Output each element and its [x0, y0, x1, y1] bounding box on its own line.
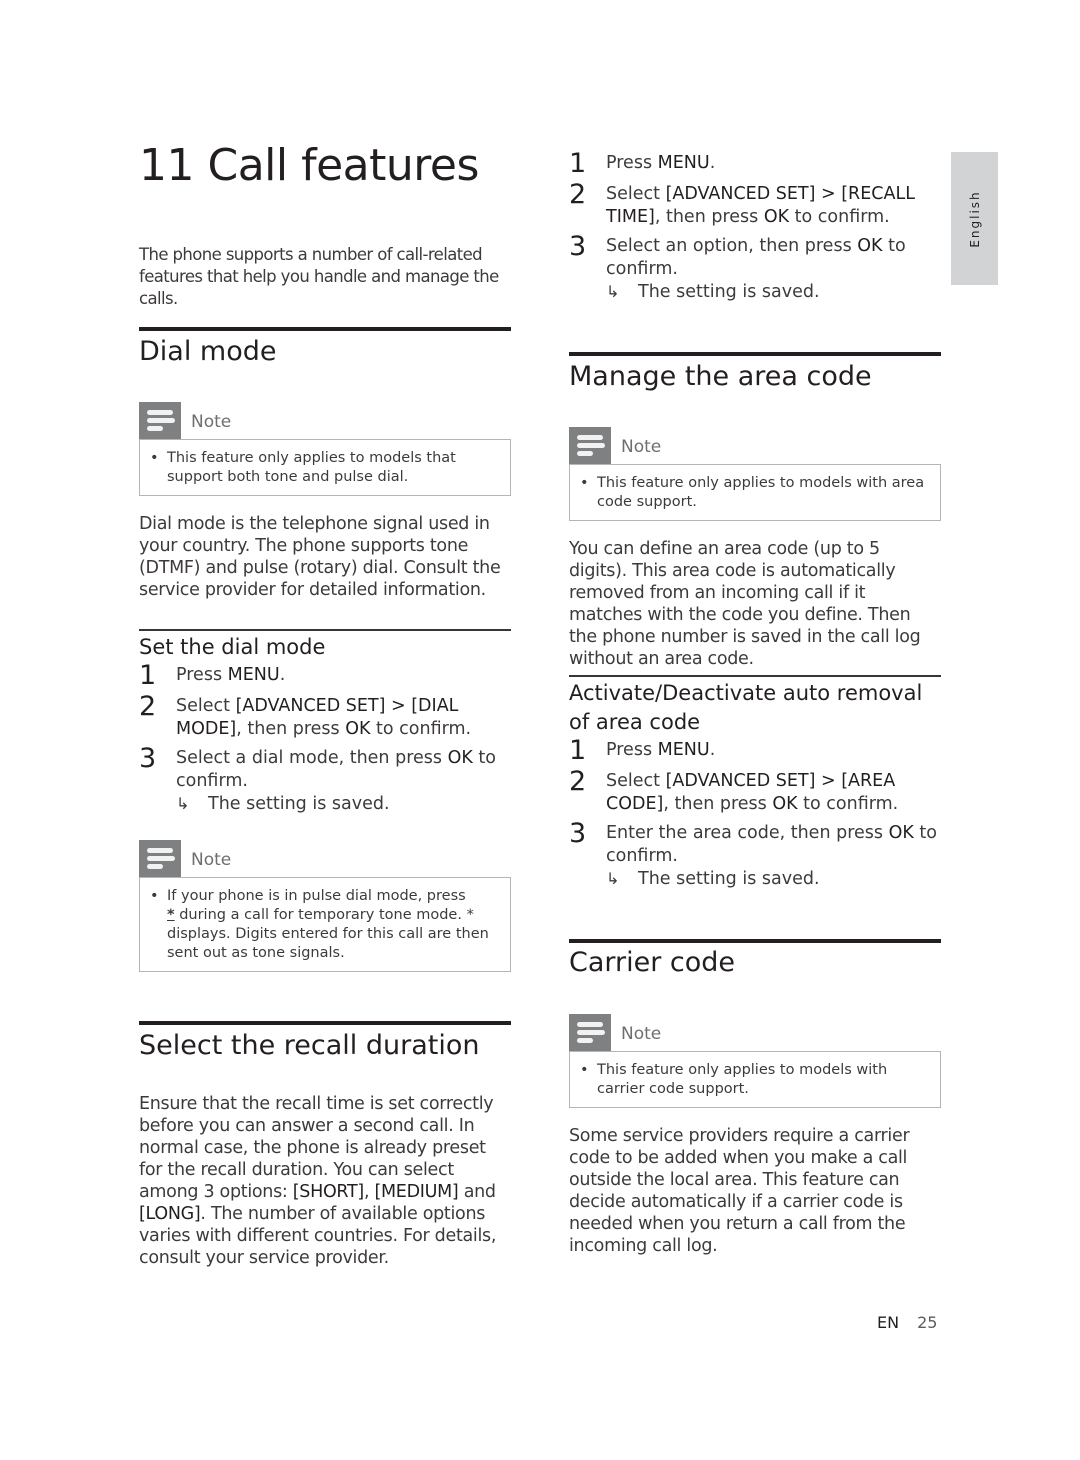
note-header: Note — [139, 840, 511, 877]
steps-area-code: 1 Press MENU. 2 Select [ADVANCED SET] > … — [569, 735, 941, 891]
step-item: 3 Select an option, then press OK to con… — [569, 231, 941, 280]
step-result: ↳ The setting is saved. — [569, 867, 941, 891]
step-number: 1 — [139, 660, 157, 691]
page-number: 25 — [917, 1313, 938, 1332]
note-carrier-code: Note • This feature only applies to mode… — [569, 1014, 941, 1108]
area-code-description: You can define an area code (up to 5 dig… — [569, 539, 921, 669]
step-text: Select [ADVANCED SET] > [DIAL MODE], the… — [176, 696, 472, 739]
note-icon — [139, 402, 181, 439]
subsection-rule — [569, 675, 941, 677]
recall-description: Ensure that the recall time is set corre… — [139, 1094, 497, 1268]
note-icon — [569, 1014, 611, 1051]
note-header: Note — [569, 1014, 941, 1051]
page-footer: EN 25 — [877, 1313, 937, 1332]
dial-mode-description: Dial mode is the telephone signal used i… — [139, 514, 501, 600]
step-result: ↳ The setting is saved. — [569, 280, 941, 304]
note-label: Note — [191, 412, 232, 432]
language-tab: English — [951, 152, 998, 285]
note-label: Note — [621, 1024, 662, 1044]
steps-recall-time: 1 Press MENU. 2 Select [ADVANCED SET] > … — [569, 148, 941, 304]
step-text: Select [ADVANCED SET] > [AREA CODE], the… — [606, 771, 899, 814]
step-item: 1 Press MENU. — [569, 148, 941, 179]
step-text: Select [ADVANCED SET] > [RECALL TIME], t… — [606, 184, 915, 227]
step-number: 1 — [569, 148, 587, 179]
chapter-intro: The phone supports a number of call-rela… — [139, 245, 499, 308]
bullet: • — [150, 450, 159, 466]
step-text: Select an option, then press OK to confi… — [606, 236, 906, 279]
step-number: 2 — [569, 179, 587, 210]
step-item: 3 Select a dial mode, then press OK to c… — [139, 743, 511, 792]
footer-language: EN — [877, 1313, 900, 1332]
step-number: 3 — [569, 818, 587, 849]
note-icon — [569, 427, 611, 464]
step-text: Press MENU. — [176, 665, 286, 685]
step-text: Enter the area code, then press OK to co… — [606, 823, 937, 866]
bullet: • — [580, 475, 589, 491]
note-dial-mode: Note • This feature only applies to mode… — [139, 402, 511, 496]
step-text: Press MENU. — [606, 740, 716, 760]
note-text: This feature only applies to models that… — [167, 450, 456, 485]
section-rule — [139, 327, 511, 331]
section-title-area-code: Manage the area code — [569, 361, 872, 392]
step-text: Select a dial mode, then press OK to con… — [176, 748, 496, 791]
subsection-title-auto-removal: Activate/Deactivate auto removal of area… — [569, 681, 923, 734]
step-item: 2 Select [ADVANCED SET] > [AREA CODE], t… — [569, 766, 941, 815]
subsection-rule — [139, 629, 511, 631]
section-rule — [569, 352, 941, 356]
step-text: Press MENU. — [606, 153, 716, 173]
note-label: Note — [621, 437, 662, 457]
chapter-title: 11 Call features — [139, 140, 479, 191]
step-item: 2 Select [ADVANCED SET] > [RECALL TIME],… — [569, 179, 941, 228]
note-body: • This feature only applies to models th… — [139, 439, 511, 496]
note-header: Note — [569, 427, 941, 464]
step-item: 1 Press MENU. — [569, 735, 941, 766]
note-body: • This feature only applies to models wi… — [569, 1051, 941, 1108]
subsection-title-set-dial-mode: Set the dial mode — [139, 635, 326, 659]
note-body: • If your phone is in pulse dial mode, p… — [139, 877, 511, 972]
note-text: This feature only applies to models with… — [597, 1062, 888, 1097]
step-result: ↳ The setting is saved. — [139, 792, 511, 816]
result-arrow-icon: ↳ — [606, 869, 620, 888]
result-text: The setting is saved. — [638, 869, 820, 889]
note-area-code: Note • This feature only applies to mode… — [569, 427, 941, 521]
carrier-code-description: Some service providers require a carrier… — [569, 1126, 910, 1256]
note-text: This feature only applies to models with… — [597, 475, 925, 510]
note-pulse-dial: Note • If your phone is in pulse dial mo… — [139, 840, 511, 972]
note-text: If your phone is in pulse dial mode, pre… — [167, 888, 489, 961]
note-label: Note — [191, 850, 232, 870]
section-title-dial-mode: Dial mode — [139, 336, 277, 367]
step-number: 3 — [139, 743, 157, 774]
language-tab-label: English — [967, 189, 982, 248]
section-title-recall-duration: Select the recall duration — [139, 1030, 480, 1061]
note-body: • This feature only applies to models wi… — [569, 464, 941, 521]
step-item: 2 Select [ADVANCED SET] > [DIAL MODE], t… — [139, 691, 511, 740]
star-key-icon: * — [167, 907, 175, 923]
section-rule — [569, 939, 941, 943]
step-number: 2 — [569, 766, 587, 797]
result-arrow-icon: ↳ — [176, 794, 190, 813]
step-item: 1 Press MENU. — [139, 660, 511, 691]
step-number: 2 — [139, 691, 157, 722]
step-number: 1 — [569, 735, 587, 766]
bullet: • — [150, 888, 159, 904]
result-arrow-icon: ↳ — [606, 282, 620, 301]
result-text: The setting is saved. — [638, 282, 820, 302]
bullet: • — [580, 1062, 589, 1078]
step-item: 3 Enter the area code, then press OK to … — [569, 818, 941, 867]
result-text: The setting is saved. — [208, 794, 390, 814]
step-number: 3 — [569, 231, 587, 262]
note-icon — [139, 840, 181, 877]
steps-set-dial-mode: 1 Press MENU. 2 Select [ADVANCED SET] > … — [139, 660, 511, 816]
section-title-carrier-code: Carrier code — [569, 947, 736, 978]
note-header: Note — [139, 402, 511, 439]
section-rule — [139, 1021, 511, 1025]
